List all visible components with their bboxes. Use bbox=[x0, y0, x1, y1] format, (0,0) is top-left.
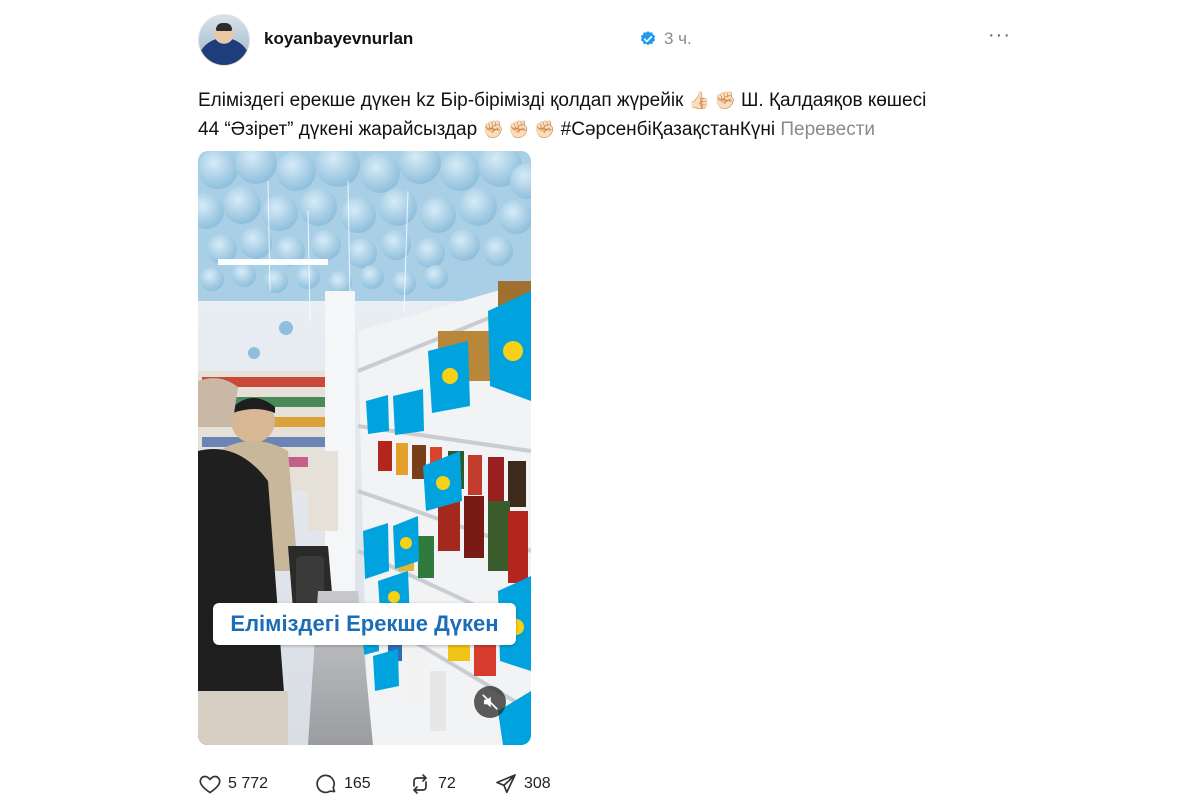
send-icon bbox=[496, 774, 516, 794]
caption-line-2: 44 “Әзірет” дүкені жарайсыздар ✊🏻 ✊🏻 ✊🏻 … bbox=[198, 115, 1014, 144]
verified-badge-icon bbox=[640, 31, 656, 46]
post-timestamp[interactable]: 3 ч. bbox=[664, 29, 692, 49]
comment-icon bbox=[316, 774, 336, 794]
caption-emoji-1: 👍🏻 ✊🏻 bbox=[688, 91, 736, 110]
comment-count: 165 bbox=[344, 775, 371, 792]
video-player[interactable]: Еліміздегі Ерекше Дүкен bbox=[198, 151, 531, 745]
caption-emoji-2: ✊🏻 ✊🏻 ✊🏻 bbox=[482, 120, 556, 139]
username-link[interactable]: koyanbayevnurlan bbox=[264, 29, 413, 49]
like-count: 5 772 bbox=[228, 775, 269, 792]
post-actions: 5 772 165 72 308 bbox=[198, 770, 698, 798]
mute-button[interactable] bbox=[474, 686, 506, 718]
share-count: 308 bbox=[524, 775, 551, 792]
repost-button[interactable]: 72 bbox=[408, 770, 456, 798]
avatar[interactable] bbox=[198, 14, 250, 66]
caption-text-1: Еліміздегі ерекше дүкен kz Бір-бірімізді… bbox=[198, 90, 684, 111]
post-header: koyanbayevnurlan 3 ч. ··· bbox=[198, 14, 1014, 66]
comment-button[interactable]: 165 bbox=[314, 770, 371, 798]
heart-icon bbox=[199, 775, 221, 794]
like-button[interactable]: 5 772 bbox=[198, 770, 268, 798]
repost-count: 72 bbox=[438, 775, 456, 792]
video-text-overlay: Еліміздегі Ерекше Дүкен bbox=[213, 603, 516, 645]
video-frame bbox=[198, 151, 531, 745]
caption-tail-1: Ш. Қалдаяқов көшесі bbox=[741, 90, 927, 111]
caption-text-2: 44 “Әзірет” дүкені жарайсыздар bbox=[198, 119, 478, 140]
repost-icon bbox=[413, 774, 427, 794]
hashtag-link[interactable]: #СәрсенбіҚазақстанКүні bbox=[561, 119, 775, 140]
share-button[interactable]: 308 bbox=[494, 770, 551, 798]
muted-speaker-icon bbox=[482, 694, 498, 710]
translate-button[interactable]: Перевести bbox=[780, 119, 875, 140]
caption-line-1: Еліміздегі ерекше дүкен kz Бір-бірімізді… bbox=[198, 86, 1014, 115]
post-caption: Еліміздегі ерекше дүкен kz Бір-бірімізді… bbox=[198, 86, 1014, 144]
more-options-button[interactable]: ··· bbox=[988, 24, 1011, 47]
